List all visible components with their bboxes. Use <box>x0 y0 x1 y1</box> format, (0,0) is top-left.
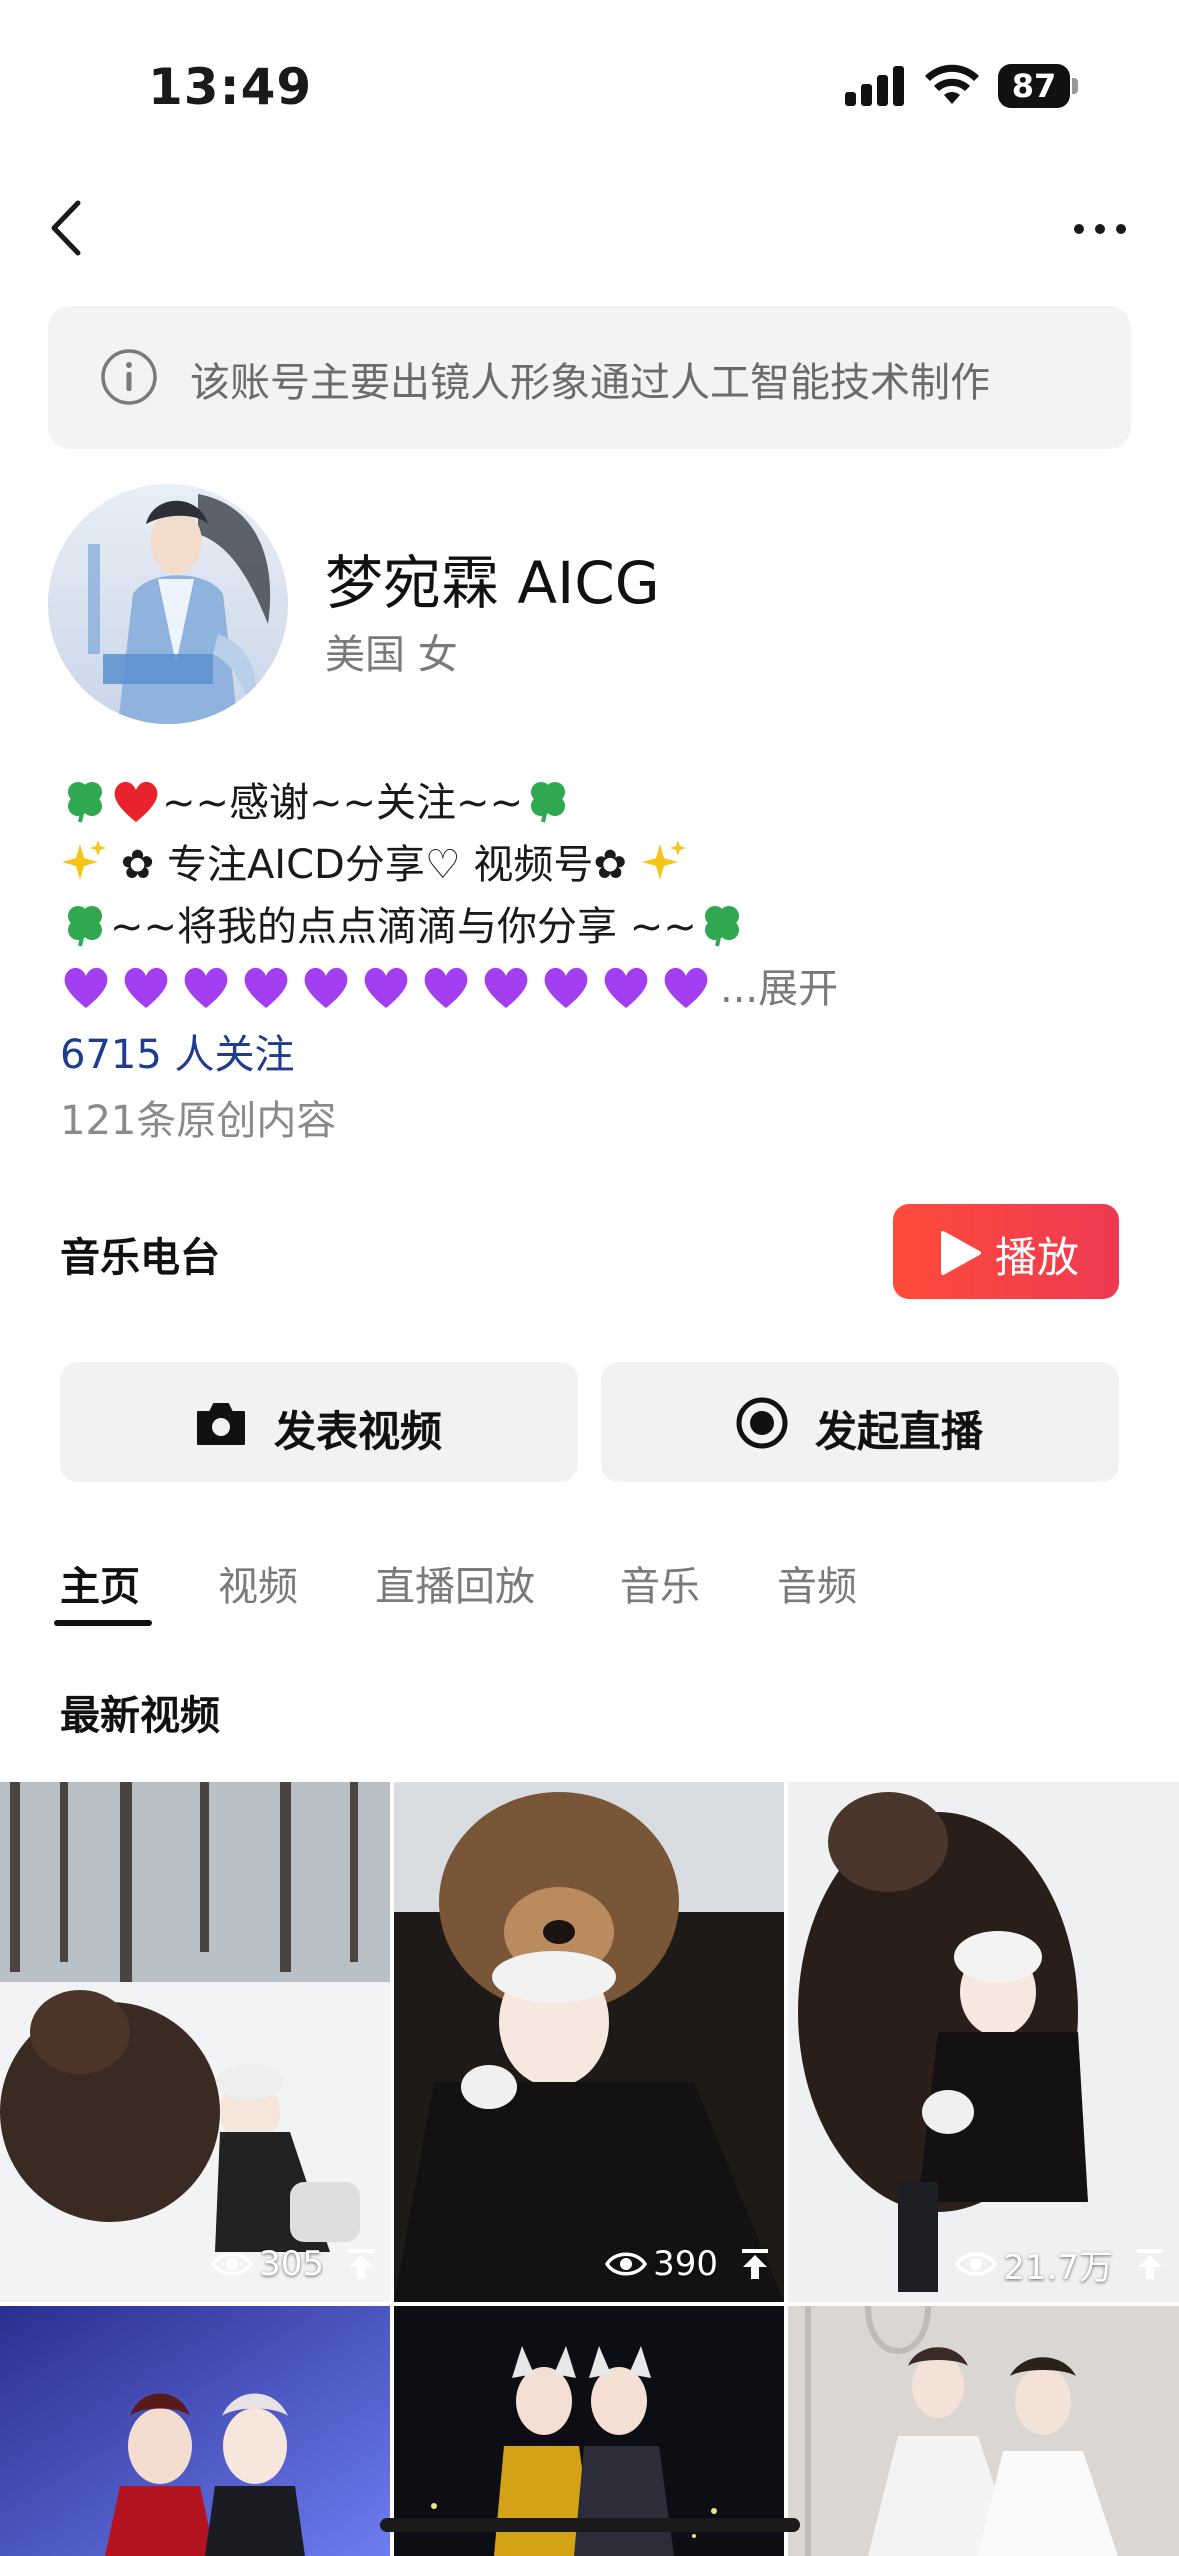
bio-line-4: ...展开 <box>60 958 838 1020</box>
followers-count[interactable]: 6715 人关注 <box>60 1022 295 1080</box>
video-views: 21.7万 <box>1003 2247 1113 2288</box>
purple-heart-icon <box>484 967 528 1008</box>
bio-ellipsis: ... <box>720 966 759 1012</box>
expand-bio-link[interactable]: 展开 <box>758 966 838 1012</box>
pin-top-icon <box>1137 2249 1163 2279</box>
video-thumbnail[interactable] <box>788 2306 1179 2556</box>
info-icon <box>101 349 157 405</box>
go-live-label: 发起直播 <box>815 1407 984 1456</box>
play-button-label: 播放 <box>995 1233 1080 1282</box>
clover-icon <box>68 906 102 947</box>
original-content-count: 121条原创内容 <box>60 1098 337 1144</box>
post-video-label: 发表视频 <box>274 1407 443 1456</box>
ai-notice-text: 该账号主要出镜人形象通过人工智能技术制作 <box>190 360 990 406</box>
go-live-button[interactable]: 发起直播 <box>601 1362 1119 1482</box>
purple-heart-icon <box>244 967 288 1008</box>
active-tab-indicator <box>54 1620 152 1626</box>
video-grid: 305 390 21.7万 <box>0 1782 1179 2556</box>
pin-top-icon <box>348 2249 374 2279</box>
eye-icon <box>211 2252 254 2276</box>
more-dots-icon[interactable] <box>1070 206 1130 246</box>
tab-videos[interactable]: 视频 <box>218 1554 298 1612</box>
post-video-button[interactable]: 发表视频 <box>60 1362 578 1482</box>
bio-line-3: ~~将我的点点滴滴与你分享 ~~ <box>60 896 838 958</box>
purple-heart-icon <box>544 967 588 1008</box>
section-title-latest-videos: 最新视频 <box>60 1693 220 1739</box>
video-stats: 21.7万 <box>955 2242 1165 2288</box>
play-icon <box>941 1231 981 1275</box>
eye-icon <box>605 2252 648 2276</box>
sparkles-icon <box>62 840 106 880</box>
purple-heart-icon <box>184 967 228 1008</box>
purple-heart-icon <box>604 967 648 1008</box>
tab-music[interactable]: 音乐 <box>620 1554 700 1612</box>
play-button[interactable]: 播放 <box>893 1204 1119 1299</box>
tab-live-replay[interactable]: 直播回放 <box>375 1554 535 1612</box>
profile-bio: ~~感谢~~关注~~ ✿ 专注AICD分享♡ 视频号✿ ~~将我的点点滴滴与你分… <box>60 772 838 1020</box>
video-stats: 305 <box>211 2242 376 2286</box>
signal-icon <box>845 66 905 106</box>
sparkles-icon <box>641 840 686 880</box>
ai-generated-notice: 该账号主要出镜人形象通过人工智能技术制作 <box>48 306 1131 449</box>
purple-hearts-row <box>60 966 720 1012</box>
clover-icon <box>531 782 566 823</box>
video-views: 390 <box>653 2244 718 2284</box>
bio-text-1: ~~感谢~~关注~~ <box>162 780 524 826</box>
status-bar: 13:49 87 <box>0 0 1179 175</box>
avatar[interactable] <box>48 484 288 724</box>
bio-line-1: ~~感谢~~关注~~ <box>60 772 838 834</box>
clover-icon <box>704 906 739 947</box>
video-views: 305 <box>259 2244 324 2284</box>
video-thumbnail[interactable]: 305 <box>0 1782 390 2302</box>
profile-meta: 美国 女 <box>325 632 458 678</box>
status-time: 13:49 <box>148 58 313 116</box>
battery-level: 87 <box>998 64 1070 108</box>
purple-heart-icon <box>424 967 468 1008</box>
pin-top-icon <box>742 2249 768 2279</box>
bio-text-2: ✿ 专注AICD分享♡ 视频号✿ <box>120 842 627 888</box>
tab-home[interactable]: 主页 <box>60 1554 140 1612</box>
live-record-icon <box>736 1397 788 1449</box>
video-stats: 390 <box>605 2242 770 2286</box>
home-indicator <box>380 2518 800 2532</box>
purple-heart-icon <box>664 967 708 1008</box>
purple-heart-icon <box>124 967 168 1008</box>
profile-name: 梦宛霖 AICG <box>325 549 660 617</box>
purple-heart-icon <box>364 967 408 1008</box>
purple-heart-icon <box>64 967 108 1008</box>
battery-icon: 87 <box>998 64 1078 108</box>
profile-tabs: 主页 视频 直播回放 音乐 音频 <box>0 1540 1179 1630</box>
red-heart-icon <box>114 781 158 822</box>
bio-text-3: ~~将我的点点滴滴与你分享 ~~ <box>110 904 697 950</box>
video-thumbnail[interactable]: 390 <box>394 1782 784 2302</box>
wifi-icon <box>925 64 979 104</box>
camera-icon <box>197 1403 245 1445</box>
clover-icon <box>68 782 102 823</box>
chevron-left-icon[interactable] <box>42 195 92 261</box>
video-thumbnail[interactable] <box>0 2306 390 2556</box>
bio-line-2: ✿ 专注AICD分享♡ 视频号✿ <box>60 834 838 896</box>
tab-audio[interactable]: 音频 <box>777 1554 857 1612</box>
purple-heart-icon <box>304 967 348 1008</box>
video-thumbnail[interactable]: 21.7万 <box>788 1782 1179 2302</box>
music-radio-label: 音乐电台 <box>60 1235 220 1281</box>
eye-icon <box>955 2252 998 2276</box>
